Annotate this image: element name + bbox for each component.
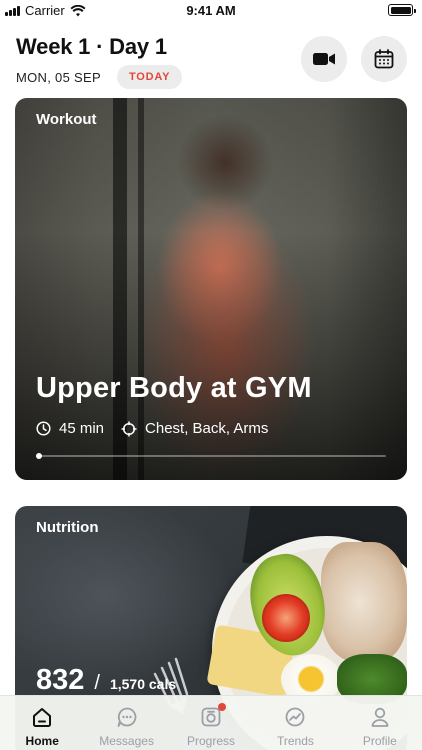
person-icon <box>368 705 392 729</box>
date-row: MON, 05 SEP TODAY <box>16 65 183 89</box>
clock-icon <box>36 421 51 436</box>
today-badge[interactable]: TODAY <box>116 65 183 89</box>
chat-bubble-icon <box>115 705 139 729</box>
target-icon <box>121 421 137 436</box>
workout-progress-track <box>36 453 386 459</box>
workout-card[interactable]: Workout Upper Body at GYM 45 min Chest, … <box>15 98 407 480</box>
video-button[interactable] <box>301 36 347 82</box>
status-bar: Carrier 9:41 AM <box>0 0 422 22</box>
calendar-icon <box>374 49 394 69</box>
tomato-image <box>262 594 310 642</box>
workout-muscles: Chest, Back, Arms <box>145 420 269 437</box>
muscles-info: Chest, Back, Arms <box>121 420 268 437</box>
workout-title: Upper Body at GYM <box>36 372 312 404</box>
tab-messages-label: Messages <box>99 734 154 748</box>
tab-home[interactable]: Home <box>0 696 84 750</box>
tab-messages[interactable]: Messages <box>84 696 168 750</box>
calendar-button[interactable] <box>361 36 407 82</box>
tab-trends[interactable]: Trends <box>253 696 337 750</box>
tab-trends-label: Trends <box>276 734 314 748</box>
tab-profile-label: Profile <box>362 734 397 748</box>
duration-info: 45 min <box>36 420 104 437</box>
tab-home-label: Home <box>25 734 59 748</box>
page-title: Week 1 · Day 1 <box>16 34 167 59</box>
workout-meta: 45 min Chest, Back, Arms <box>36 420 285 437</box>
workout-progress-indicator <box>36 453 42 459</box>
battery-icon <box>388 4 416 16</box>
app-screen: Carrier 9:41 AM Week 1 · Day 1 MON, 05 S… <box>0 0 422 750</box>
nutrition-label: Nutrition <box>36 519 99 536</box>
current-date: MON, 05 SEP <box>16 69 101 85</box>
tab-profile[interactable]: Profile <box>338 696 422 750</box>
calories-separator: / <box>94 672 100 694</box>
calorie-summary: 832 / 1,570 cals <box>36 664 176 697</box>
status-time: 9:41 AM <box>186 3 236 18</box>
notification-dot <box>218 703 227 711</box>
tab-progress[interactable]: Progress <box>169 696 253 750</box>
tab-progress-label: Progress <box>187 734 236 748</box>
trend-chart-icon <box>283 705 307 729</box>
calories-goal: 1,570 cals <box>109 676 177 692</box>
video-camera-icon <box>313 53 335 65</box>
home-icon <box>30 705 54 729</box>
meat-image <box>321 542 407 662</box>
workout-duration: 45 min <box>59 420 105 437</box>
workout-label: Workout <box>36 111 97 128</box>
camera-icon <box>199 703 227 729</box>
calories-consumed: 832 <box>36 664 85 696</box>
tab-bar: Home Messages Progress Trends Profile <box>0 695 422 750</box>
